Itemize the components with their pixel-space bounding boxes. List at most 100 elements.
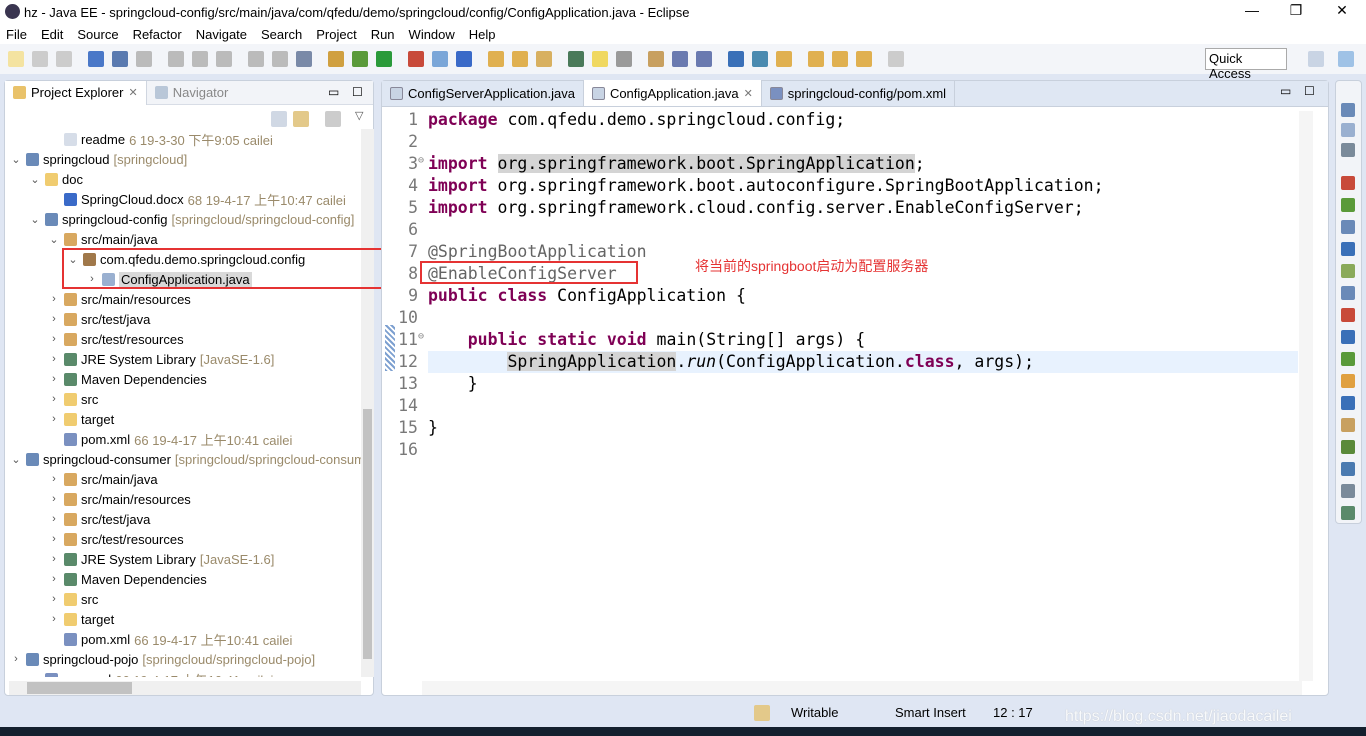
tree-item[interactable]: › springcloud-pojo [springcloud/springclo… <box>10 649 315 669</box>
toolbar-button-icon[interactable] <box>672 51 688 67</box>
trim-view-icon[interactable] <box>1341 286 1355 300</box>
chevron-right-icon[interactable]: › <box>48 573 60 585</box>
minimize-view-icon[interactable]: ▭ <box>328 85 339 99</box>
trim-view-icon[interactable] <box>1341 103 1355 117</box>
menu-help[interactable]: Help <box>469 27 496 42</box>
chevron-down-icon[interactable]: ⌄ <box>48 233 60 246</box>
chevron-right-icon[interactable]: › <box>48 493 60 505</box>
open-perspective-icon[interactable] <box>1308 51 1324 67</box>
tree-item[interactable]: ⌄ springcloud [springcloud] <box>10 149 187 169</box>
close-button[interactable]: ✕ <box>1322 2 1362 19</box>
toolbar-button-icon[interactable] <box>88 51 104 67</box>
tab-project-explorer[interactable]: Project Explorer ✕ <box>5 80 147 105</box>
tree-item[interactable]: › src/test/java <box>48 509 150 529</box>
toolbar-button-icon[interactable] <box>328 51 344 67</box>
trim-view-icon[interactable] <box>1341 176 1355 190</box>
toolbar-button-icon[interactable] <box>136 51 152 67</box>
trim-view-icon[interactable] <box>1341 396 1355 410</box>
java-ee-perspective-icon[interactable] <box>1338 51 1354 67</box>
menu-search[interactable]: Search <box>261 27 302 42</box>
tree-item[interactable]: › src/main/resources <box>48 289 191 309</box>
toolbar-button-icon[interactable] <box>832 51 848 67</box>
tree-item[interactable]: › Maven Dependencies <box>48 369 207 389</box>
collapse-all-icon[interactable] <box>271 111 287 127</box>
fold-icon[interactable]: ⊖ <box>418 155 424 166</box>
trim-view-icon[interactable] <box>1341 418 1355 432</box>
tree-item[interactable]: › target <box>48 609 114 629</box>
toolbar-button-icon[interactable] <box>808 51 824 67</box>
toolbar-button-icon[interactable] <box>536 51 552 67</box>
chevron-right-icon[interactable]: › <box>48 613 60 625</box>
trim-view-icon[interactable] <box>1341 264 1355 278</box>
trim-view-icon[interactable] <box>1341 198 1355 212</box>
maximize-button[interactable]: ❐ <box>1276 2 1316 19</box>
close-tab-icon[interactable]: ✕ <box>744 87 753 100</box>
fold-icon[interactable]: ⊖ <box>418 331 424 342</box>
toolbar-button-icon[interactable] <box>488 51 504 67</box>
toolbar-button-icon[interactable] <box>272 51 288 67</box>
tree-item[interactable]: › src/main/resources <box>48 489 191 509</box>
toolbar-button-icon[interactable] <box>168 51 184 67</box>
toolbar-button-icon[interactable] <box>112 51 128 67</box>
maximize-editor-icon[interactable]: ☐ <box>1304 84 1315 98</box>
editor-tab[interactable]: ConfigServerApplication.java <box>382 80 584 106</box>
menu-run[interactable]: Run <box>371 27 395 42</box>
tree-item[interactable]: › src/test/java <box>48 309 150 329</box>
tree-item[interactable]: › src/test/resources <box>48 529 183 549</box>
chevron-right-icon[interactable]: › <box>48 393 60 405</box>
view-menu-icon[interactable] <box>325 111 341 127</box>
toolbar-button-icon[interactable] <box>752 51 768 67</box>
tree-item[interactable]: SpringCloud.docx 68 19-4-17 上午10:47 cail… <box>48 189 346 209</box>
tree-item[interactable]: › JRE System Library [JavaSE-1.6] <box>48 549 274 569</box>
editor-vertical-scrollbar[interactable] <box>1299 111 1313 681</box>
tree-item[interactable]: ⌄ springcloud-config [springcloud/springc… <box>29 209 354 229</box>
menu-navigate[interactable]: Navigate <box>196 27 247 42</box>
tree-item[interactable]: readme 6 19-3-30 下午9:05 cailei <box>48 129 273 149</box>
editor-tab[interactable]: springcloud-config/pom.xml <box>762 80 956 106</box>
tab-navigator[interactable]: Navigator <box>147 81 237 105</box>
menu-source[interactable]: Source <box>77 27 118 42</box>
maximize-view-icon[interactable]: ☐ <box>352 85 363 99</box>
status-icon[interactable] <box>754 705 770 721</box>
tree-item[interactable]: pom.xml 66 19-4-17 上午10:41 cailei <box>48 629 292 649</box>
toolbar-button-icon[interactable] <box>568 51 584 67</box>
tree-item[interactable]: › target <box>48 409 114 429</box>
tree-item[interactable]: › Maven Dependencies <box>48 569 207 589</box>
chevron-right-icon[interactable]: › <box>48 353 60 365</box>
trim-view-icon[interactable] <box>1341 330 1355 344</box>
trim-view-icon[interactable] <box>1341 123 1355 137</box>
toolbar-button-icon[interactable] <box>192 51 208 67</box>
toolbar-button-icon[interactable] <box>648 51 664 67</box>
chevron-right-icon[interactable]: › <box>48 513 60 525</box>
tree-item[interactable]: › src/test/resources <box>48 329 183 349</box>
close-tab-icon[interactable]: ✕ <box>128 86 137 99</box>
trim-view-icon[interactable] <box>1341 308 1355 322</box>
chevron-right-icon[interactable]: › <box>48 473 60 485</box>
toolbar-button-icon[interactable] <box>432 51 448 67</box>
toolbar-button-icon[interactable] <box>616 51 632 67</box>
tree-item[interactable]: › src <box>48 389 98 409</box>
chevron-down-icon[interactable]: ⌄ <box>29 173 41 186</box>
chevron-right-icon[interactable]: › <box>48 313 60 325</box>
view-menu-chevron-icon[interactable]: ▽ <box>355 109 363 122</box>
trim-view-icon[interactable] <box>1341 220 1355 234</box>
chevron-right-icon[interactable]: › <box>48 593 60 605</box>
editor-horizontal-scrollbar[interactable] <box>422 681 1302 695</box>
menu-window[interactable]: Window <box>409 27 455 42</box>
toolbar-button-icon[interactable] <box>32 51 48 67</box>
tree-item[interactable]: › JRE System Library [JavaSE-1.6] <box>48 349 274 369</box>
trim-view-icon[interactable] <box>1341 506 1355 520</box>
toolbar-button-icon[interactable] <box>592 51 608 67</box>
trim-view-icon[interactable] <box>1341 352 1355 366</box>
trim-view-icon[interactable] <box>1341 484 1355 498</box>
toolbar-button-icon[interactable] <box>888 51 904 67</box>
trim-view-icon[interactable] <box>1341 462 1355 476</box>
toolbar-button-icon[interactable] <box>248 51 264 67</box>
chevron-right-icon[interactable]: › <box>48 373 60 385</box>
toolbar-button-icon[interactable] <box>728 51 744 67</box>
toolbar-button-icon[interactable] <box>56 51 72 67</box>
chevron-right-icon[interactable]: › <box>48 553 60 565</box>
menu-edit[interactable]: Edit <box>41 27 63 42</box>
toolbar-button-icon[interactable] <box>696 51 712 67</box>
trim-view-icon[interactable] <box>1341 374 1355 388</box>
